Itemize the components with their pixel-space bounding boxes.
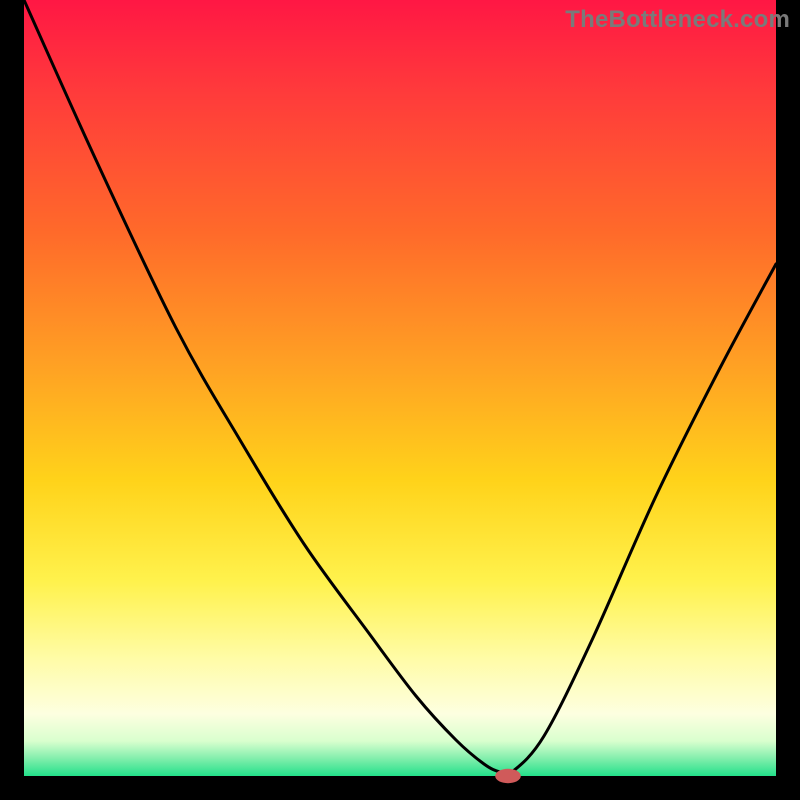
frame-left [0, 0, 24, 800]
bottleneck-chart: TheBottleneck.com [0, 0, 800, 800]
frame-right [776, 0, 800, 800]
gradient-background [24, 0, 776, 776]
chart-canvas [0, 0, 800, 800]
frame-bottom [0, 776, 800, 800]
optimal-marker [495, 769, 521, 783]
watermark-text: TheBottleneck.com [565, 6, 790, 34]
